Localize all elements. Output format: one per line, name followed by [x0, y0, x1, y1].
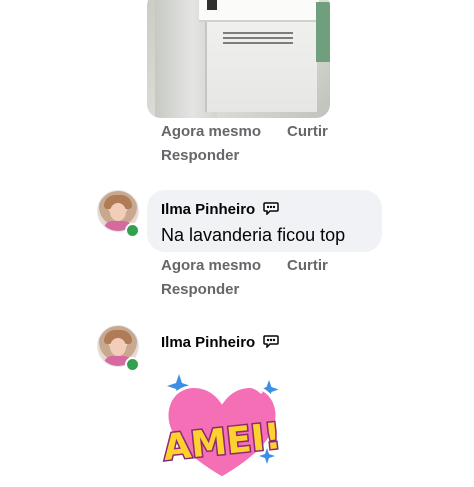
author-name[interactable]: Ilma Pinheiro	[161, 334, 255, 351]
comment-author[interactable]: Ilma Pinheiro	[161, 334, 280, 352]
comment-meta: Agora mesmo Curtir	[161, 123, 328, 140]
online-status-icon	[125, 223, 140, 238]
author-name[interactable]: Ilma Pinheiro	[161, 201, 255, 218]
comment-photo[interactable]	[147, 0, 330, 118]
comment-text: Na lavanderia ficou top	[161, 225, 346, 245]
like-button[interactable]: Curtir	[287, 123, 328, 140]
comment-author[interactable]: Ilma Pinheiro	[161, 201, 280, 219]
reply-button[interactable]: Responder	[161, 147, 239, 164]
timestamp: Agora mesmo	[161, 257, 262, 274]
top-fan-badge-icon	[263, 334, 280, 352]
online-status-icon	[125, 357, 140, 372]
top-fan-badge-icon	[263, 201, 280, 219]
comment-meta: Agora mesmo Curtir	[161, 257, 328, 274]
timestamp: Agora mesmo	[161, 123, 262, 140]
like-button[interactable]: Curtir	[287, 257, 328, 274]
reply-button[interactable]: Responder	[161, 281, 239, 298]
amei-sticker[interactable]: AMEI!	[157, 372, 287, 482]
